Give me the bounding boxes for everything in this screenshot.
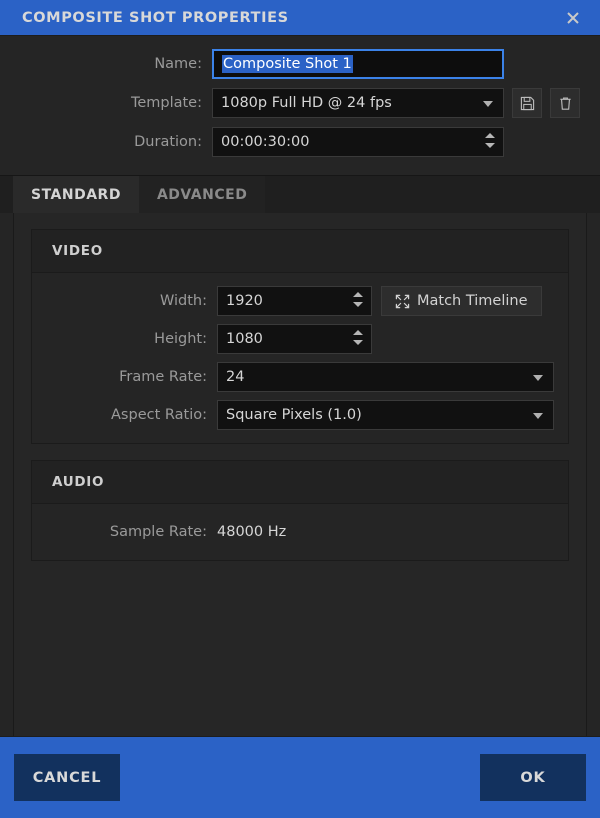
duration-stepper[interactable] bbox=[485, 133, 495, 148]
chevron-down-icon bbox=[483, 101, 493, 107]
dialog-footer: CANCEL OK bbox=[0, 736, 600, 818]
audio-section-body: Sample Rate: 48000 Hz bbox=[32, 504, 568, 560]
frame-rate-row: Frame Rate: 24 bbox=[32, 361, 568, 393]
width-input[interactable]: 1920 bbox=[217, 286, 372, 316]
stepper-down-icon[interactable] bbox=[353, 340, 363, 345]
tab-panel-standard: VIDEO Width: 1920 Match Timeline Height:… bbox=[13, 213, 587, 736]
tab-strip: STANDARD ADVANCED bbox=[0, 175, 600, 213]
width-stepper[interactable] bbox=[353, 292, 363, 307]
chevron-down-icon bbox=[533, 413, 543, 419]
name-input-value: Composite Shot 1 bbox=[222, 55, 353, 73]
video-section-title: VIDEO bbox=[32, 230, 568, 273]
video-section-body: Width: 1920 Match Timeline Height: 1080 … bbox=[32, 273, 568, 443]
duration-input-value: 00:00:30:00 bbox=[221, 134, 310, 150]
name-row: Name: Composite Shot 1 bbox=[20, 48, 580, 80]
width-label: Width: bbox=[159, 293, 207, 309]
floppy-disk-save-icon bbox=[520, 96, 534, 110]
name-input[interactable]: Composite Shot 1 bbox=[212, 49, 504, 79]
delete-template-button[interactable] bbox=[550, 88, 580, 118]
aspect-ratio-row: Aspect Ratio: Square Pixels (1.0) bbox=[32, 399, 568, 431]
duration-input[interactable]: 00:00:30:00 bbox=[212, 127, 504, 157]
duration-row: Duration: 00:00:30:00 bbox=[20, 126, 580, 158]
template-label: Template: bbox=[130, 95, 202, 111]
video-section: VIDEO Width: 1920 Match Timeline Height:… bbox=[31, 229, 569, 444]
trash-delete-icon bbox=[559, 97, 571, 110]
save-template-button[interactable] bbox=[512, 88, 542, 118]
sample-rate-row: Sample Rate: 48000 Hz bbox=[32, 516, 568, 548]
stepper-up-icon[interactable] bbox=[485, 133, 495, 138]
template-select[interactable]: 1080p Full HD @ 24 fps bbox=[212, 88, 504, 118]
sample-rate-label: Sample Rate: bbox=[109, 524, 207, 540]
frame-rate-select[interactable]: 24 bbox=[217, 362, 554, 392]
stepper-down-icon[interactable] bbox=[485, 143, 495, 148]
cancel-button[interactable]: CANCEL bbox=[14, 754, 120, 801]
stepper-up-icon[interactable] bbox=[353, 330, 363, 335]
duration-label: Duration: bbox=[134, 134, 202, 150]
template-row: Template: 1080p Full HD @ 24 fps bbox=[20, 87, 580, 119]
ok-button[interactable]: OK bbox=[480, 754, 586, 801]
expand-arrows-icon bbox=[395, 294, 410, 308]
top-form: Name: Composite Shot 1 Template: 1080p F… bbox=[0, 36, 600, 175]
height-input-value: 1080 bbox=[226, 331, 263, 347]
composite-shot-properties-dialog: COMPOSITE SHOT PROPERTIES Name: Composit… bbox=[0, 0, 600, 818]
close-icon[interactable] bbox=[558, 3, 588, 33]
height-stepper[interactable] bbox=[353, 330, 363, 345]
width-row: Width: 1920 Match Timeline bbox=[32, 285, 568, 317]
frame-rate-value: 24 bbox=[226, 369, 245, 385]
aspect-ratio-label: Aspect Ratio: bbox=[111, 407, 207, 423]
audio-section-title: AUDIO bbox=[32, 461, 568, 504]
frame-rate-label: Frame Rate: bbox=[119, 369, 207, 385]
name-label: Name: bbox=[154, 56, 202, 72]
width-input-value: 1920 bbox=[226, 293, 263, 309]
aspect-ratio-select[interactable]: Square Pixels (1.0) bbox=[217, 400, 554, 430]
dialog-titlebar: COMPOSITE SHOT PROPERTIES bbox=[0, 0, 600, 36]
stepper-up-icon[interactable] bbox=[353, 292, 363, 297]
template-select-value: 1080p Full HD @ 24 fps bbox=[221, 95, 392, 111]
aspect-ratio-value: Square Pixels (1.0) bbox=[226, 407, 362, 423]
height-row: Height: 1080 bbox=[32, 323, 568, 355]
stepper-down-icon[interactable] bbox=[353, 302, 363, 307]
match-timeline-label: Match Timeline bbox=[417, 293, 528, 309]
chevron-down-icon bbox=[533, 375, 543, 381]
sample-rate-value: 48000 Hz bbox=[217, 524, 287, 540]
match-timeline-button[interactable]: Match Timeline bbox=[381, 286, 542, 316]
tab-advanced[interactable]: ADVANCED bbox=[138, 176, 266, 213]
height-label: Height: bbox=[154, 331, 207, 347]
dialog-title: COMPOSITE SHOT PROPERTIES bbox=[22, 9, 289, 26]
height-input[interactable]: 1080 bbox=[217, 324, 372, 354]
tab-standard[interactable]: STANDARD bbox=[13, 176, 139, 213]
audio-section: AUDIO Sample Rate: 48000 Hz bbox=[31, 460, 569, 561]
